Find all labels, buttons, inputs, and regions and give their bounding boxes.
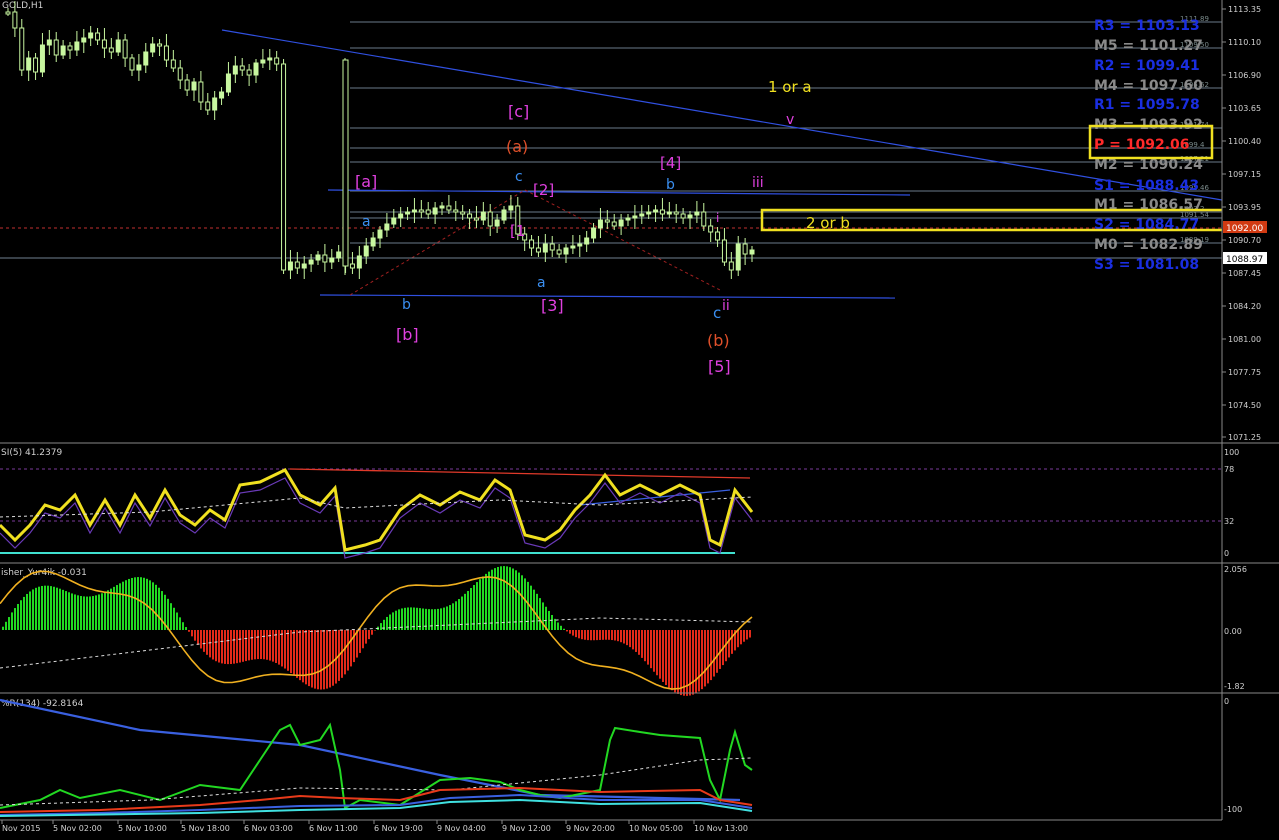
time-axis-label: 5 Nov 18:00 xyxy=(181,824,230,833)
wpr-level-0: 0 xyxy=(1224,697,1229,706)
wave-label: c xyxy=(515,169,523,185)
fisher-caption: isher_Yur4ik -0.031 xyxy=(1,568,87,578)
fisher-panel[interactable]: isher_Yur4ik -0.031 2.056 0.00 -1.82 xyxy=(0,562,1279,696)
wave-label: a xyxy=(537,275,546,291)
wave-label: b xyxy=(666,177,675,193)
price-axis-label: 1113.35 xyxy=(1228,5,1261,14)
pivot-label: M2 = 1090.24 xyxy=(1094,157,1203,173)
rsi-line xyxy=(0,468,754,552)
pivot-label: M0 = 1082.89 xyxy=(1094,237,1203,253)
price-axis-label: 1100.40 xyxy=(1228,137,1261,146)
price-axis-label: 1081.00 xyxy=(1228,335,1261,344)
wave-label: [4] xyxy=(660,154,681,172)
price-axis-label: 1077.75 xyxy=(1228,368,1261,377)
pivot-label: R2 = 1099.41 xyxy=(1094,58,1200,74)
wpr-caption: %R(134) -92.8164 xyxy=(1,699,84,709)
pivot-label: S3 = 1081.08 xyxy=(1094,257,1199,273)
wave-label: ii xyxy=(722,298,730,314)
price-axis-label: 1106.90 xyxy=(1228,71,1261,80)
rsi-divergence-line xyxy=(289,468,751,479)
wpr-panel[interactable]: %R(134) -92.8164 0 -100 xyxy=(0,692,1279,817)
wave-label: iii xyxy=(752,175,764,191)
wave-label: i xyxy=(716,211,719,225)
wave-label: [c] xyxy=(508,102,529,121)
main-price-panel[interactable]: GOLD,H1 1111.891109.501105.621101.741099… xyxy=(0,0,1267,443)
wpr-trendline xyxy=(0,698,741,802)
rsi-level-78: 78 xyxy=(1224,465,1234,474)
time-axis-label: 10 Nov 05:00 xyxy=(629,824,683,833)
price-axis[interactable]: 1113.35 1110.10 1106.90 1103.65 1100.40 1097.… xyxy=(1221,0,1279,836)
pivot-label: P = 1092.06 xyxy=(1094,137,1190,153)
time-axis-label: 9 Nov 20:00 xyxy=(566,824,615,833)
price-axis-label: 1103.65 xyxy=(1228,104,1261,113)
wave-label: [5] xyxy=(708,357,731,376)
fisher-level-top: 2.056 xyxy=(1224,565,1247,574)
mt4-chart-window[interactable]: GOLD,H1 1111.89 1109.50 1105.62 1101.74 1099… xyxy=(0,0,1279,836)
wave-label: [a] xyxy=(355,172,377,191)
time-axis-label: Nov 2015 xyxy=(2,824,41,833)
pivot-label: R3 = 1103.13 xyxy=(1094,18,1200,34)
price-axis-label: 1071.25 xyxy=(1228,433,1261,442)
price-axis-label: 1090.70 xyxy=(1228,236,1261,245)
rsi-level-0: 0 xyxy=(1224,549,1229,558)
rsi-level-100: 100 xyxy=(1224,448,1239,457)
time-axis-label: 6 Nov 03:00 xyxy=(244,824,293,833)
time-axis-label: 10 Nov 13:00 xyxy=(694,824,748,833)
pivot-label: S1 = 1088.43 xyxy=(1094,178,1199,194)
current-price-tag-text: 1088.97 xyxy=(1226,255,1263,265)
pivot-label: M4 = 1097.60 xyxy=(1094,78,1203,94)
time-axis-label: 5 Nov 10:00 xyxy=(118,824,167,833)
wave-label: [b] xyxy=(396,325,419,344)
rsi-caption: SI(5) 41.2379 xyxy=(1,448,62,458)
time-axis[interactable]: Nov 2015 5 Nov 02:00 5 Nov 10:00 5 Nov 18:0… xyxy=(0,819,1222,833)
pivot-label: R1 = 1095.78 xyxy=(1094,97,1200,113)
wave-label: 1 or a xyxy=(768,78,812,96)
wave-label: (b) xyxy=(707,331,730,350)
rsi-panel[interactable]: SI(5) 41.2379 100 78 32 0 xyxy=(0,442,1279,559)
time-axis-label: 9 Nov 12:00 xyxy=(502,824,551,833)
wave-label: (a) xyxy=(506,137,528,156)
pivot-label: M5 = 1101.27 xyxy=(1094,38,1203,54)
fisher-level-bottom: -1.82 xyxy=(1224,682,1245,691)
wave-label: v xyxy=(786,112,794,128)
wpr-line-green xyxy=(0,722,753,810)
wave-label: a xyxy=(362,214,371,230)
price-axis-label: 1093.95 xyxy=(1228,203,1261,212)
rsi-signal-line xyxy=(0,477,753,559)
wave-label: [1 xyxy=(510,222,525,240)
wave-label: b xyxy=(402,297,411,313)
red-price-tag-text: 1092.00 xyxy=(1226,224,1263,234)
wpr-level-100: -100 xyxy=(1224,805,1242,814)
rsi-level-32: 32 xyxy=(1224,517,1234,526)
fisher-level-zero: 0.00 xyxy=(1224,627,1242,636)
time-axis-label: 9 Nov 04:00 xyxy=(437,824,486,833)
wave-label: 2 or b xyxy=(806,214,850,232)
wave-label: [3] xyxy=(541,296,564,315)
time-axis-label: 6 Nov 11:00 xyxy=(309,824,358,833)
price-axis-label: 1087.45 xyxy=(1228,269,1261,278)
time-axis-label: 5 Nov 02:00 xyxy=(53,824,102,833)
price-axis-label: 1097.15 xyxy=(1228,170,1261,179)
time-axis-label: 6 Nov 19:00 xyxy=(374,824,423,833)
price-axis-label: 1110.10 xyxy=(1228,38,1261,47)
wave-label: [2] xyxy=(533,181,554,199)
price-axis-label: 1074.50 xyxy=(1228,401,1261,410)
wave-label: c xyxy=(713,304,721,322)
price-axis-label: 1084.20 xyxy=(1228,302,1261,311)
